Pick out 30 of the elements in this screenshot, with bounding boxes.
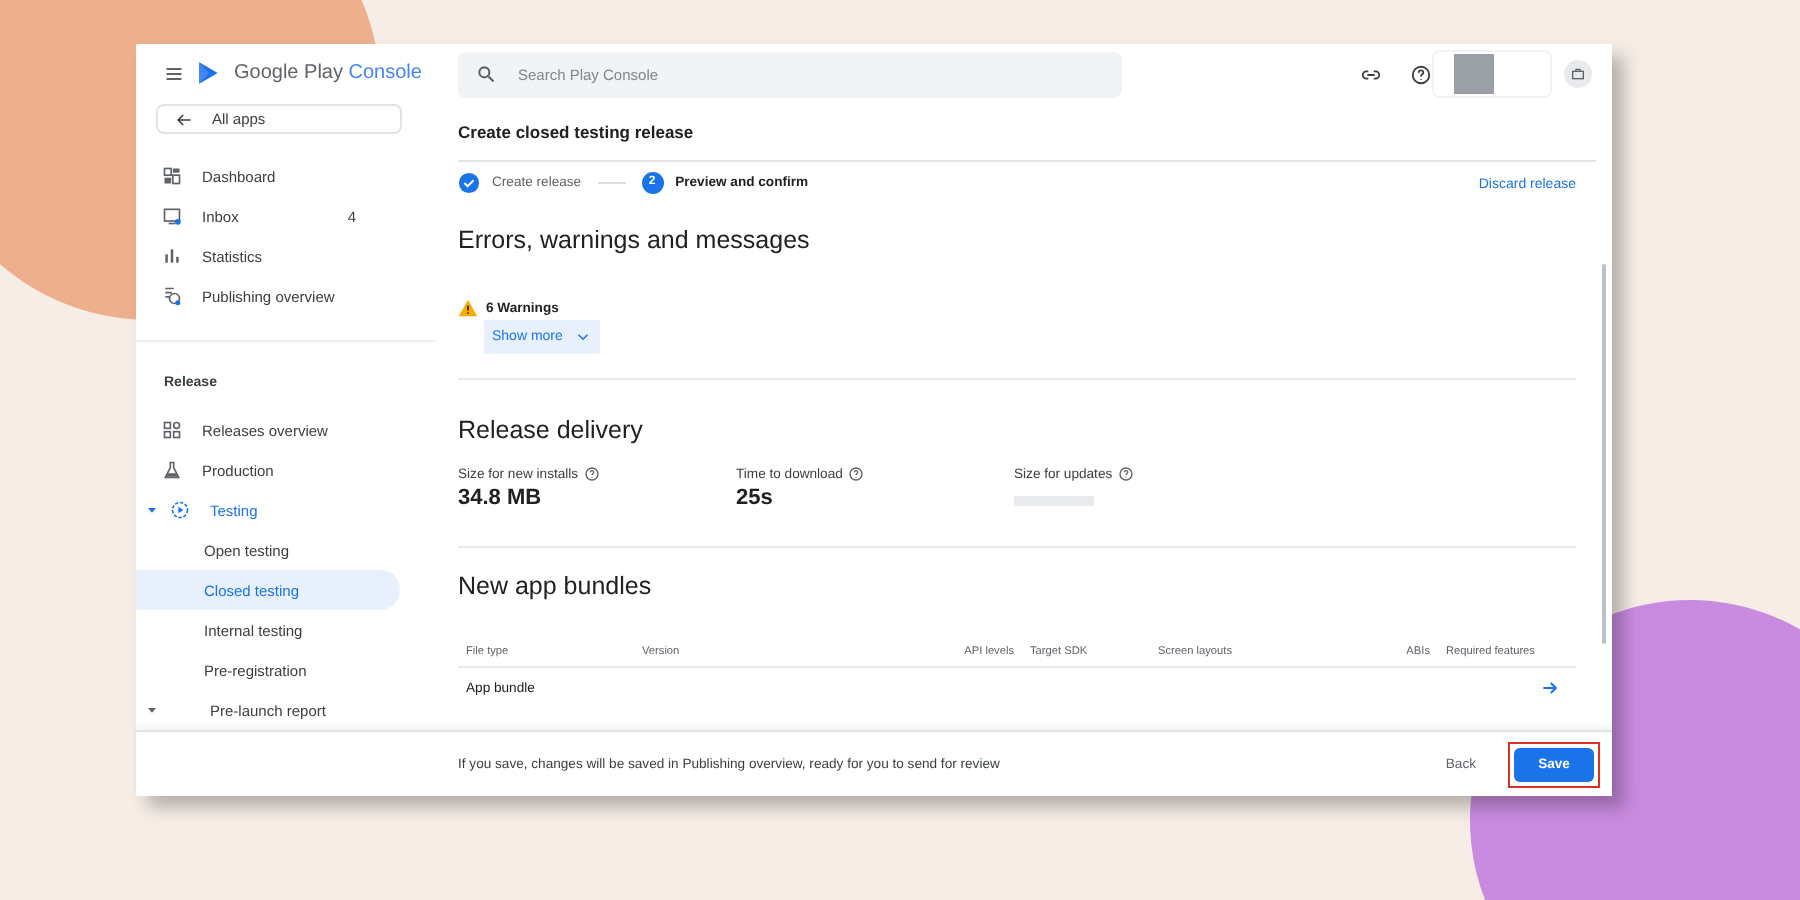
brand-name: Google Play Console: [234, 62, 422, 84]
inbox-icon: [162, 206, 182, 226]
help-icon[interactable]: [1410, 63, 1432, 85]
redacted-block: [1454, 54, 1494, 94]
caret-icon[interactable]: [144, 702, 160, 718]
warning-icon: [458, 298, 478, 318]
metric-value: 34.8 MB: [458, 486, 544, 510]
dashboard-icon: [162, 166, 182, 186]
arrow-right-icon[interactable]: [1540, 678, 1560, 698]
back-arrow-icon: [174, 109, 194, 129]
document-clock-icon: [162, 286, 182, 306]
play-logo-icon: [196, 60, 222, 86]
grid-icon: [162, 420, 182, 440]
bar-chart-icon: [162, 246, 182, 266]
section-heading: New app bundles: [458, 572, 654, 600]
help-icon[interactable]: [1118, 466, 1135, 482]
section-heading: Errors, warnings and messages: [458, 226, 812, 254]
section-heading: Release delivery: [458, 416, 645, 444]
scrollbar[interactable]: [1602, 264, 1606, 644]
flask-icon: [162, 460, 182, 480]
menu-icon[interactable]: [164, 63, 184, 83]
briefcase-button[interactable]: [1564, 60, 1592, 88]
caret-icon[interactable]: [144, 502, 160, 518]
page-title: Create closed testing release: [458, 104, 1596, 162]
help-icon[interactable]: [848, 466, 865, 482]
help-icon[interactable]: [584, 466, 601, 482]
metric-value: 25s: [736, 486, 775, 510]
briefcase-icon: [1570, 66, 1586, 82]
check-circle-icon: [458, 171, 480, 193]
play-circle-icon: [170, 500, 190, 520]
